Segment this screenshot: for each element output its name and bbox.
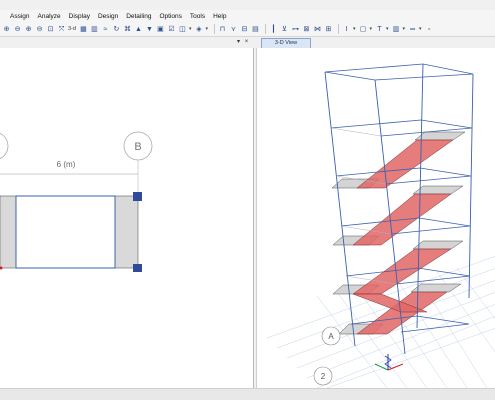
set-building-view-icon[interactable]: ☑	[167, 25, 176, 34]
joint-marker-bottom[interactable]	[133, 264, 142, 272]
dropdown-arrow-icon[interactable]: ▾	[403, 26, 406, 32]
secondary-beam-icon[interactable]: ⊻	[280, 25, 289, 34]
wall-icon[interactable]: ▤	[251, 25, 260, 34]
column-icon[interactable]: ┃	[269, 25, 278, 34]
dropdown-arrow-icon[interactable]: ▾	[370, 26, 373, 32]
rotate-icon[interactable]: ↻	[112, 25, 121, 34]
view-3d-button[interactable]: 3-d	[68, 26, 76, 32]
display-options-icon[interactable]: ▣	[156, 25, 165, 34]
plan-view-pane[interactable]: B 6 (m)	[0, 48, 254, 388]
grid-bubble-b-label: B	[134, 141, 141, 153]
object-shrink-icon[interactable]: ◫	[178, 25, 187, 34]
zoom-in-icon[interactable]: ⊕	[2, 25, 11, 34]
slab-icon[interactable]: ⊠	[302, 25, 311, 34]
dropdown-arrow-icon[interactable]: ▾	[189, 26, 192, 32]
axis-triad-icon	[374, 354, 404, 371]
brace-icon[interactable]: ⋎	[229, 25, 238, 34]
pan-icon[interactable]: ⤧	[57, 25, 66, 34]
grid-label-3d-2: 2	[321, 372, 326, 381]
elevation-view-icon[interactable]: ▥	[90, 25, 99, 34]
snap-icon[interactable]: ◈	[194, 25, 203, 34]
zoom-out-icon[interactable]: ⊖	[13, 25, 22, 34]
zoom-window-icon[interactable]: ⊕	[24, 25, 33, 34]
toolbar-separator	[264, 24, 266, 34]
perspective-icon[interactable]: ⌘	[123, 25, 132, 34]
close-icon[interactable]: ×	[245, 39, 249, 45]
main-toolbar: ⊕ ⊖ ⊕ ⊖ ⊡ ⤧ 3-d ▦ ▥ ≈ ↻ ⌘ ▲ ▼ ▣ ☑ ◫ ▾ ◈ …	[0, 22, 495, 37]
view-3d-canvas[interactable]: A 2	[257, 48, 495, 389]
plan-view-canvas[interactable]: B 6 (m)	[0, 48, 254, 388]
pin-icon[interactable]: ▾	[237, 39, 240, 45]
plan-view-icon[interactable]: ▦	[79, 25, 88, 34]
dropdown-arrow-icon[interactable]: ▾	[386, 26, 389, 32]
stair-flights[interactable]	[352, 139, 454, 335]
move-up-icon[interactable]: ▲	[134, 25, 143, 34]
zoom-fit-icon[interactable]: ⊡	[46, 25, 55, 34]
draw-area-icon[interactable]: ▢	[359, 25, 368, 34]
dimension-label: 6 (m)	[57, 160, 76, 169]
frame-icon[interactable]: ⊓	[218, 25, 227, 34]
menu-tools[interactable]: Tools	[190, 13, 205, 20]
menu-design[interactable]: Design	[98, 13, 118, 20]
move-down-icon[interactable]: ▼	[145, 25, 154, 34]
stair-flight[interactable]	[356, 139, 454, 189]
frame-secondary-lines	[330, 127, 397, 285]
etabs-window: Assign Analyze Display Design Detailing …	[0, 0, 495, 400]
dropdown-arrow-icon[interactable]: ▾	[419, 26, 422, 32]
beam-icon[interactable]: ⊟	[240, 25, 249, 34]
joint-marker-top[interactable]	[133, 192, 142, 201]
wall-left[interactable]	[0, 195, 17, 269]
text-icon[interactable]: Τ	[375, 25, 384, 34]
zoom-previous-icon[interactable]: ⊖	[35, 25, 44, 34]
draw-line-icon[interactable]: Ι	[342, 25, 351, 34]
menu-analyze[interactable]: Analyze	[38, 13, 61, 20]
more-icon[interactable]: ▫	[425, 25, 434, 34]
opening-icon[interactable]: ⋈	[313, 25, 322, 34]
menu-detailing[interactable]: Detailing	[126, 13, 151, 20]
dropdown-arrow-icon[interactable]: ▾	[205, 26, 208, 32]
rubber-band-icon[interactable]: ≈	[101, 25, 110, 34]
menu-options[interactable]: Options	[159, 13, 181, 20]
landing-slab[interactable]	[412, 240, 464, 250]
tab-3d-view[interactable]: 3-D View	[261, 38, 311, 48]
landing-slab[interactable]	[414, 131, 466, 141]
toolbar-separator	[213, 24, 215, 34]
grid-label-3d-a: A	[328, 332, 334, 341]
link-icon[interactable]: ⊶	[291, 25, 300, 34]
grid-bubble-a	[0, 132, 9, 160]
menu-assign[interactable]: Assign	[10, 13, 30, 20]
dimension-icon[interactable]: ═	[408, 25, 417, 34]
wall-right[interactable]	[114, 195, 139, 269]
joint-icon[interactable]: ⊞	[324, 25, 333, 34]
status-bar	[0, 388, 495, 400]
menu-display[interactable]: Display	[69, 13, 90, 20]
dropdown-arrow-icon[interactable]: ▾	[353, 26, 356, 32]
left-pane-controls: ▾ ×	[234, 38, 248, 45]
section-icon[interactable]: ▥	[392, 25, 401, 34]
toolbar-separator	[337, 24, 339, 34]
menu-bar: Assign Analyze Display Design Detailing …	[0, 10, 495, 22]
view-window-strip: ▾ × 3-D View	[0, 37, 495, 48]
view-3d-pane[interactable]: A 2	[256, 48, 495, 389]
menu-help[interactable]: Help	[213, 13, 226, 20]
landing-slab[interactable]	[410, 283, 462, 293]
